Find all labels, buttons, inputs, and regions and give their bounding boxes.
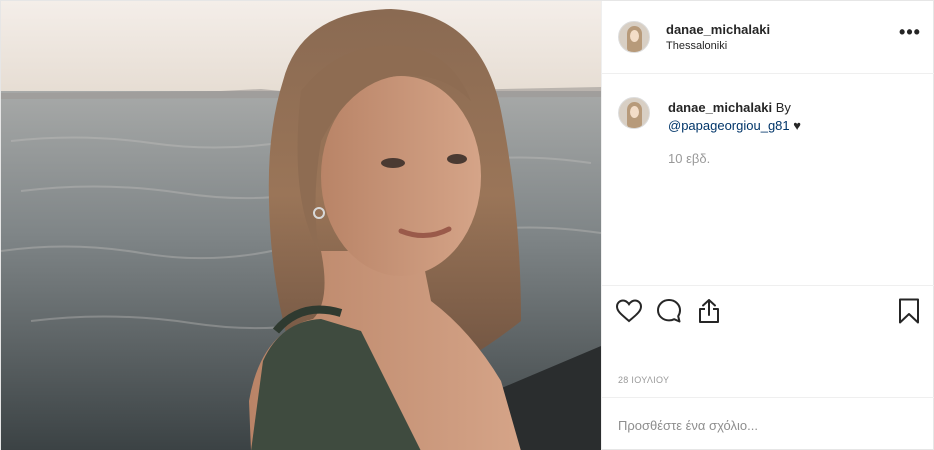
options-ellipsis-icon[interactable]: ••• [898,23,922,49]
author-username-link[interactable]: danae_michalaki [666,22,770,37]
bookmark-icon[interactable] [894,296,924,326]
avatar-face [630,106,639,118]
caption-username-link[interactable]: danae_michalaki [668,100,772,115]
action-bar [602,285,934,341]
comment-input[interactable] [618,414,918,436]
post-date[interactable]: 28 ΙΟΥΛΙΟΥ [618,375,669,385]
location-link[interactable]: Thessaloniki [666,40,727,52]
author-avatar[interactable] [618,21,650,53]
caption-heart-emoji: ♥ [793,118,801,133]
caption-avatar[interactable] [618,97,650,129]
add-comment-section [602,397,934,450]
post-photo-illustration [1,1,601,450]
heart-icon[interactable] [614,296,644,326]
post-side-panel: danae_michalaki Thessaloniki ••• danae_m… [601,1,934,450]
share-icon[interactable] [694,296,724,326]
caption-mention-link[interactable]: @papageorgiou_g81 [668,118,790,133]
post-photo[interactable] [1,1,601,450]
avatar-face [630,30,639,42]
caption-body: By [775,100,791,115]
post-header: danae_michalaki Thessaloniki ••• [602,1,934,74]
post-card: danae_michalaki Thessaloniki ••• danae_m… [0,0,934,450]
comment-icon[interactable] [654,296,684,326]
caption-text: danae_michalaki By @papageorgiou_g81 ♥ [668,99,918,135]
caption-time-ago[interactable]: 10 εβδ. [668,151,710,166]
caption-section: danae_michalaki By @papageorgiou_g81 ♥ 1… [602,75,934,283]
